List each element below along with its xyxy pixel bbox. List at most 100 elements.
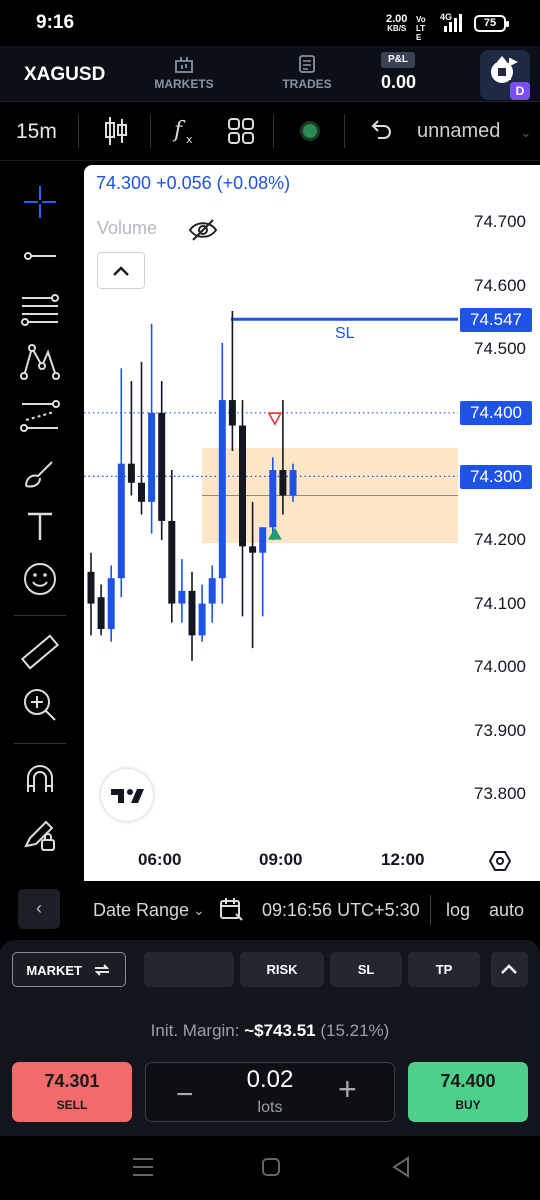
svg-text:x: x xyxy=(186,133,193,146)
buy-price: 74.400 xyxy=(440,1071,496,1091)
layout-grid-icon[interactable] xyxy=(227,117,255,145)
lock-drawing-icon[interactable] xyxy=(18,812,62,856)
decrease-lots-button[interactable]: − xyxy=(176,1078,194,1112)
collapse-button[interactable]: ‹ xyxy=(18,889,60,929)
magnet-icon[interactable] xyxy=(18,758,62,802)
undo-icon[interactable] xyxy=(368,118,392,142)
candle xyxy=(188,571,196,661)
candle-body xyxy=(279,470,287,496)
price-axis-label: 74.000 xyxy=(474,657,526,677)
candle-body xyxy=(87,571,95,604)
markets-label: MARKETS xyxy=(154,77,214,91)
sell-signal-marker xyxy=(267,412,283,426)
pnl-value: 0.00 xyxy=(381,72,417,92)
candle xyxy=(259,527,267,617)
tp-button[interactable]: TP xyxy=(408,952,480,987)
symbol-name[interactable]: XAGUSD xyxy=(24,64,105,86)
chevron-up-icon xyxy=(113,266,129,276)
layout-name[interactable]: unnamed xyxy=(417,120,500,143)
status-time: 9:16 xyxy=(36,12,75,33)
timeframe-button[interactable]: 15m xyxy=(16,120,57,144)
ruler-icon[interactable] xyxy=(18,630,62,674)
toolbar-divider xyxy=(78,114,79,148)
brush-icon[interactable] xyxy=(18,452,62,496)
chevron-down-icon[interactable]: ⌄ xyxy=(520,124,532,141)
forecast-icon[interactable] xyxy=(18,394,62,438)
candle-body xyxy=(198,603,206,636)
order-type-button[interactable]: MARKET xyxy=(12,952,126,987)
time-label: 12:00 xyxy=(381,850,425,869)
zoom-in-icon[interactable] xyxy=(18,683,62,727)
volte-label: Vo LTE xyxy=(416,15,426,42)
order-price-tag[interactable]: 74.400 xyxy=(460,401,532,425)
recent-apps-icon[interactable] xyxy=(131,1156,155,1178)
candle-body xyxy=(107,578,115,630)
log-scale-button[interactable]: log xyxy=(446,900,470,921)
candle-body xyxy=(97,597,105,630)
candles-icon[interactable] xyxy=(102,115,130,147)
toolbar-divider xyxy=(150,114,151,148)
sl-price-tag[interactable]: 74.547 xyxy=(460,308,532,332)
chart-settings-icon[interactable] xyxy=(488,849,512,873)
toolbar-divider xyxy=(273,114,274,148)
candle-body xyxy=(148,412,156,502)
candle-body xyxy=(249,546,257,553)
emoji-icon[interactable] xyxy=(18,557,62,601)
margin-value: ~$743.51 xyxy=(244,1021,316,1040)
text-icon[interactable] xyxy=(18,504,62,548)
candle-body xyxy=(188,590,196,636)
candle xyxy=(117,368,125,598)
candle-body xyxy=(168,520,176,604)
margin-percent: (15.21%) xyxy=(320,1021,390,1040)
date-range-button[interactable]: Date Range xyxy=(93,900,189,921)
timezone-time[interactable]: 09:16:56 UTC+5:30 xyxy=(262,900,420,921)
markets-button[interactable]: MARKETS xyxy=(139,52,229,96)
home-icon[interactable] xyxy=(261,1157,281,1177)
collapse-legend-button[interactable] xyxy=(97,252,145,289)
eye-hidden-icon[interactable] xyxy=(188,218,218,242)
back-icon[interactable] xyxy=(391,1156,411,1178)
calendar-icon[interactable] xyxy=(218,896,244,922)
replay-icon[interactable] xyxy=(298,119,322,143)
sl-button[interactable]: SL xyxy=(330,952,402,987)
markets-icon xyxy=(175,57,193,73)
risk-button[interactable]: RISK xyxy=(240,952,324,987)
tool-divider xyxy=(14,615,66,616)
indicators-icon[interactable]: f x xyxy=(170,115,200,147)
candle xyxy=(138,361,145,515)
price-axis-label: 73.800 xyxy=(474,784,526,804)
price-axis-label: 74.200 xyxy=(474,530,526,549)
candle-body xyxy=(289,470,297,496)
buy-label: BUY xyxy=(455,1098,481,1112)
trend-line-icon[interactable] xyxy=(18,234,62,278)
empty-field[interactable] xyxy=(144,952,234,987)
candle xyxy=(127,381,135,496)
candle-body xyxy=(208,578,216,604)
chevron-up-icon xyxy=(501,964,517,974)
price-axis-label: 74.100 xyxy=(474,593,526,613)
expand-button[interactable] xyxy=(491,952,528,987)
fib-retracement-icon[interactable] xyxy=(18,288,62,332)
price-axis-label: 74.700 xyxy=(474,212,526,231)
candle-body xyxy=(259,527,267,553)
auto-scale-button[interactable]: auto xyxy=(489,900,524,921)
candle-body xyxy=(127,463,135,483)
tradingview-logo[interactable] xyxy=(101,769,153,821)
candle-body xyxy=(178,590,186,604)
network-speed-unit: KB/S xyxy=(387,24,407,33)
stop-loss-label: SL xyxy=(335,325,355,342)
ohlc-legend: 74.300 +0.056 (+0.08%) xyxy=(96,173,290,194)
chevron-down-icon[interactable]: ⌄ xyxy=(193,902,205,919)
crosshair-icon[interactable] xyxy=(18,180,62,224)
candle xyxy=(208,565,216,623)
buy-button[interactable]: 74.400 BUY xyxy=(408,1062,528,1122)
initial-margin: Init. Margin: ~$743.51 (15.21%) xyxy=(0,1021,540,1041)
svg-text:f: f xyxy=(172,118,186,143)
trades-label: TRADES xyxy=(282,77,332,91)
trades-button[interactable]: TRADES xyxy=(262,52,352,96)
divider xyxy=(430,895,431,925)
increase-lots-button[interactable]: + xyxy=(338,1071,357,1108)
pattern-icon[interactable] xyxy=(18,340,62,384)
tradingview-icon xyxy=(111,789,144,803)
chart-area[interactable]: 74.300 +0.056 (+0.08%) Volume 74.700 74.6… xyxy=(84,165,540,881)
